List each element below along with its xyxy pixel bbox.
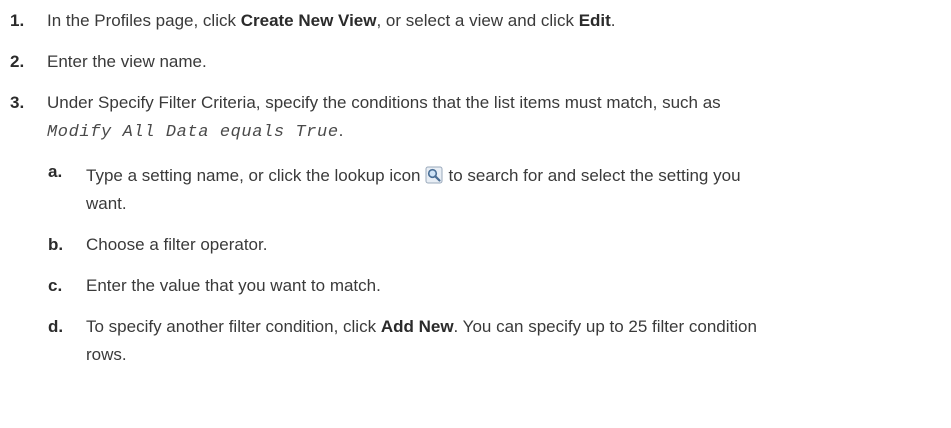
- step-text: Under Specify Filter Criteria, specify t…: [47, 93, 721, 112]
- step-number: 1.: [10, 11, 25, 30]
- edit-label: Edit: [578, 11, 611, 30]
- substep-letter: a.: [48, 162, 63, 181]
- create-new-view-label: Create New View: [240, 11, 377, 30]
- add-new-label: Add New: [380, 317, 454, 336]
- step-number: 2.: [10, 52, 25, 71]
- step-text: In the Profiles page, click Create New V…: [47, 11, 616, 30]
- lookup-icon[interactable]: [425, 166, 443, 184]
- step-text: Enter the view name.: [47, 52, 207, 71]
- filter-example-code: Modify All Data equals True: [47, 123, 339, 142]
- step-number: 3.: [10, 93, 25, 112]
- substep-letter: c.: [48, 276, 63, 295]
- substep-letter: d.: [48, 317, 64, 336]
- substep-letter: b.: [48, 235, 64, 254]
